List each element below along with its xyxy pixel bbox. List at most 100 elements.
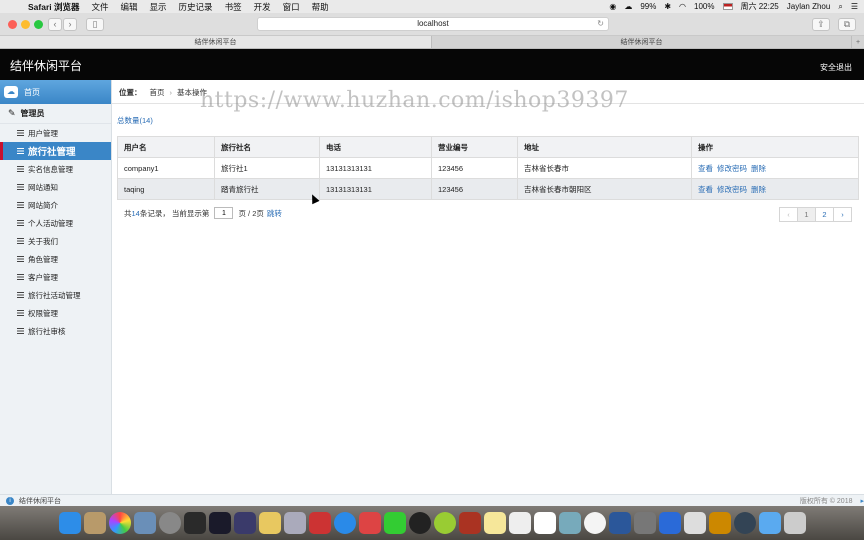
menu-history[interactable]: 历史记录	[179, 1, 213, 13]
view-link[interactable]: 查看	[698, 164, 713, 173]
sidebar-toggle-icon[interactable]: ▯	[86, 18, 104, 31]
menu-window[interactable]: 窗口	[283, 1, 300, 13]
clock[interactable]: 周六 22:25	[741, 1, 779, 12]
menu-help[interactable]: 帮助	[312, 1, 329, 13]
menu-bookmarks[interactable]: 书签	[225, 1, 242, 13]
script-editor-icon[interactable]	[683, 512, 706, 534]
breadcrumb-label: 位置：	[119, 88, 142, 97]
new-tab-button[interactable]: +	[852, 36, 864, 48]
sidebar-item-about-us[interactable]: 关于我们	[0, 232, 111, 250]
sidebar-section-admin[interactable]: ✎ 管理员	[0, 104, 111, 124]
reload-icon[interactable]: ↻	[597, 18, 604, 30]
logout-link[interactable]: 安全退出	[820, 62, 852, 73]
sidebar-item-role-management[interactable]: 角色管理	[0, 250, 111, 268]
wifi-icon[interactable]: ◠	[679, 2, 686, 11]
record-icon[interactable]: ◉	[609, 2, 616, 11]
redis-icon[interactable]	[308, 512, 331, 534]
sublime-text-icon[interactable]	[708, 512, 731, 534]
intellij-icon[interactable]	[208, 512, 231, 534]
prev-page-button[interactable]: ‹	[779, 207, 798, 222]
textedit-icon[interactable]	[508, 512, 531, 534]
delete-link[interactable]: 删除	[751, 185, 766, 194]
share-icon[interactable]: ⇪	[812, 18, 830, 31]
sidebar-item-personal-activity[interactable]: 个人活动管理	[0, 214, 111, 232]
change-password-link[interactable]: 修改密码	[717, 164, 747, 173]
sidebar-item-label: 角色管理	[28, 254, 58, 264]
system-preferences-icon[interactable]	[633, 512, 656, 534]
table-row: taqing 踏青旅行社 13131313131 123456 吉林省长春市朝阳…	[117, 178, 859, 200]
sidebar-item-site-intro[interactable]: 网站简介	[0, 196, 111, 214]
sidebar-section-label: 管理员	[20, 109, 45, 118]
tabs-overview-icon[interactable]: ⧉	[838, 18, 856, 31]
sidebar-item-agency-activity[interactable]: 旅行社活动管理	[0, 286, 111, 304]
menu-edit[interactable]: 编辑	[121, 1, 138, 13]
quicktime-icon[interactable]	[733, 512, 756, 534]
sidebar-item-agency-review[interactable]: 旅行社审核	[0, 322, 111, 340]
sidebar-item-realname-management[interactable]: 实名信息管理	[0, 160, 111, 178]
url-text: localhost	[417, 19, 449, 28]
menu-app-name[interactable]: Safari 浏览器	[28, 1, 80, 13]
menu-view[interactable]: 显示	[150, 1, 167, 13]
axure-icon[interactable]	[458, 512, 481, 534]
browser-tab-1[interactable]: 结伴休闲平台	[0, 36, 432, 48]
bluetooth-icon[interactable]: ✱	[664, 2, 671, 11]
column-header-agency: 旅行社名	[214, 136, 320, 158]
user-name[interactable]: Jaylan Zhou	[787, 2, 831, 11]
calendar-icon[interactable]	[533, 512, 556, 534]
notes-app-icon[interactable]	[83, 512, 106, 534]
zoom-window-button[interactable]	[34, 20, 43, 29]
qq-icon[interactable]	[408, 512, 431, 534]
menu-file[interactable]: 文件	[92, 1, 109, 13]
footer-arrow-icon[interactable]: ▸	[860, 497, 864, 505]
pycharm-icon[interactable]	[183, 512, 206, 534]
spotlight-search-icon[interactable]: ⌕	[838, 2, 842, 12]
page-2-button[interactable]: 2	[815, 207, 834, 222]
notification-center-icon[interactable]: ☰	[851, 2, 858, 11]
finder-icon[interactable]	[58, 512, 81, 534]
downloads-folder-icon[interactable]	[758, 512, 781, 534]
cell-license: 123456	[431, 157, 518, 179]
music-player-icon[interactable]	[433, 512, 456, 534]
sidebar-item-label: 权限管理	[28, 308, 58, 318]
sidebar-home[interactable]: ☁ 首页	[0, 80, 111, 104]
address-bar[interactable]: localhost ↻	[257, 17, 609, 31]
wechat-status-icon[interactable]: ☁	[624, 2, 632, 11]
menu-develop[interactable]: 开发	[254, 1, 271, 13]
trash-icon[interactable]	[783, 512, 806, 534]
forward-button[interactable]: ›	[63, 18, 77, 31]
sidebar-item-site-notice[interactable]: 网站通知	[0, 178, 111, 196]
screen-record-icon[interactable]	[358, 512, 381, 534]
sidebar-item-permission-management[interactable]: 权限管理	[0, 304, 111, 322]
change-password-link[interactable]: 修改密码	[717, 185, 747, 194]
back-button[interactable]: ‹	[48, 18, 62, 31]
delete-link[interactable]: 删除	[751, 164, 766, 173]
next-page-button[interactable]: ›	[833, 207, 852, 222]
launchpad-icon[interactable]	[158, 512, 181, 534]
minimize-window-button[interactable]	[21, 20, 30, 29]
preview-icon[interactable]	[133, 512, 156, 534]
sidebar-item-user-management[interactable]: 用户管理	[0, 124, 111, 142]
column-header-license: 营业编号	[431, 136, 518, 158]
jump-link[interactable]: 跳转	[267, 208, 282, 219]
sidebar-item-label: 网站简介	[28, 200, 58, 210]
page-1-button[interactable]: 1	[797, 207, 816, 222]
eclipse-icon[interactable]	[233, 512, 256, 534]
word-icon[interactable]	[608, 512, 631, 534]
breadcrumb-home-link[interactable]: 首页	[150, 87, 165, 98]
input-source-flag-icon[interactable]	[722, 3, 733, 10]
close-window-button[interactable]	[8, 20, 17, 29]
itunes-icon[interactable]	[583, 512, 606, 534]
safari-icon[interactable]	[333, 512, 356, 534]
sequel-pro-icon[interactable]	[258, 512, 281, 534]
sidebar-item-agency-management[interactable]: 旅行社管理	[0, 142, 111, 160]
photos-icon[interactable]	[108, 512, 131, 534]
maps-icon[interactable]	[558, 512, 581, 534]
baidu-netdisk-icon[interactable]	[658, 512, 681, 534]
browser-tab-2[interactable]: 结伴休闲平台	[432, 36, 852, 48]
stickies-icon[interactable]	[483, 512, 506, 534]
sidebar-item-customer-management[interactable]: 客户管理	[0, 268, 111, 286]
wechat-icon[interactable]	[383, 512, 406, 534]
page-number-input[interactable]	[214, 207, 234, 219]
view-link[interactable]: 查看	[698, 185, 713, 194]
database-icon[interactable]	[283, 512, 306, 534]
